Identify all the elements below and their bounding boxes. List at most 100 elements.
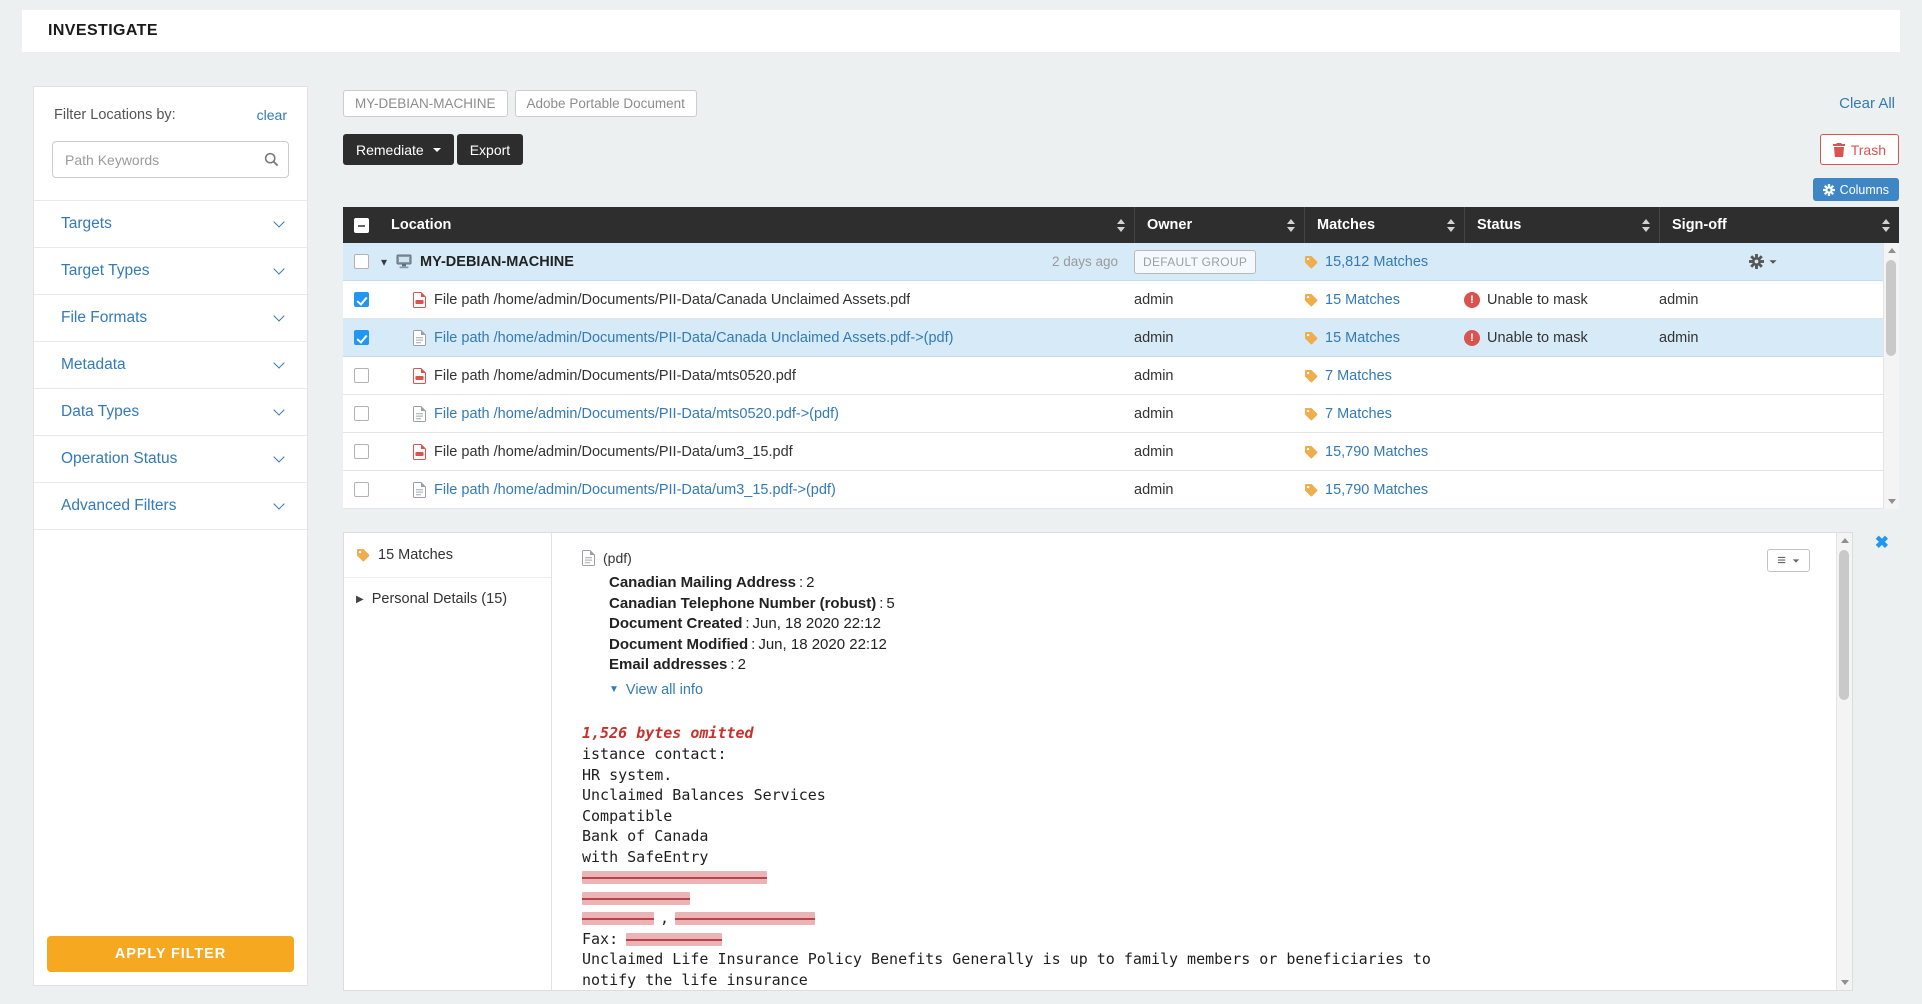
row-checkbox[interactable] <box>354 292 369 307</box>
matches-link[interactable]: 15 Matches <box>1325 292 1400 308</box>
table-header-row: Location Owner Matches Status Sign-off <box>343 207 1899 243</box>
fax-label: Fax: <box>582 930 618 948</box>
sort-icon[interactable] <box>1447 219 1455 232</box>
row-checkbox[interactable] <box>354 368 369 383</box>
redacted-text <box>582 912 654 925</box>
sort-icon[interactable] <box>1117 219 1125 232</box>
error-icon: ! <box>1464 330 1480 346</box>
clear-all-filters-link[interactable]: Clear All <box>1839 95 1895 112</box>
scroll-down-button[interactable] <box>1837 975 1852 990</box>
row-checkbox[interactable] <box>354 254 369 269</box>
owner-value: admin <box>1134 482 1174 498</box>
preview-menu-button[interactable]: ≡ <box>1767 549 1810 572</box>
tag-icon <box>1304 407 1318 421</box>
columns-button[interactable]: Columns <box>1813 178 1899 201</box>
sort-icon[interactable] <box>1287 219 1295 232</box>
column-header-matches[interactable]: Matches <box>1304 207 1464 243</box>
column-label: Status <box>1477 217 1521 233</box>
matches-link[interactable]: 15,790 Matches <box>1325 444 1428 460</box>
chevron-down-icon <box>273 404 284 415</box>
match-detail-panel: 15 Matches ▶ Personal Details (15) ≡ (pd <box>343 532 1853 991</box>
path-keywords-input[interactable] <box>52 141 289 178</box>
scroll-down-button[interactable] <box>1884 494 1899 509</box>
scrollbar-thumb[interactable] <box>1886 260 1896 356</box>
remediate-button[interactable]: Remediate <box>343 134 454 165</box>
column-header-location[interactable]: Location <box>379 207 1134 243</box>
view-all-info-link[interactable]: ▼ View all info <box>609 682 1812 698</box>
group-matches-link[interactable]: 15,812 Matches <box>1325 254 1428 270</box>
location-path-link[interactable]: File path /home/admin/Documents/PII-Data… <box>434 482 836 498</box>
target-name[interactable]: MY-DEBIAN-MACHINE <box>420 254 574 270</box>
scroll-up-button[interactable] <box>1884 243 1899 258</box>
column-header-signoff[interactable]: Sign-off <box>1659 207 1899 243</box>
matches-link[interactable]: 7 Matches <box>1325 368 1392 384</box>
tag-icon <box>1304 445 1318 459</box>
table-row[interactable]: File path /home/admin/Documents/PII-Data… <box>343 433 1899 471</box>
trash-button[interactable]: Trash <box>1820 134 1899 165</box>
locations-table: Location Owner Matches Status Sign-off ▾… <box>343 207 1899 509</box>
location-path[interactable]: File path /home/admin/Documents/PII-Data… <box>434 292 910 308</box>
close-detail-icon[interactable]: ✖ <box>1875 534 1889 551</box>
row-checkbox[interactable] <box>354 406 369 421</box>
sidebar-item-metadata[interactable]: Metadata <box>34 342 307 389</box>
gear-icon <box>1749 254 1764 269</box>
chevron-down-icon <box>273 263 284 274</box>
triangle-down-icon: ▼ <box>609 684 619 695</box>
matches-link[interactable]: 7 Matches <box>1325 406 1392 422</box>
sidebar-item-data-types[interactable]: Data Types <box>34 389 307 436</box>
export-button[interactable]: Export <box>457 134 523 165</box>
sidebar-item-label: Advanced Filters <box>61 497 176 515</box>
location-path-link[interactable]: File path /home/admin/Documents/PII-Data… <box>434 330 953 346</box>
column-header-status[interactable]: Status <box>1464 207 1659 243</box>
column-header-owner[interactable]: Owner <box>1134 207 1304 243</box>
table-row-target-group[interactable]: ▾ MY-DEBIAN-MACHINE 2 days ago DEFAULT G… <box>343 243 1899 281</box>
field-label: Canadian Telephone Number (robust) <box>609 595 876 612</box>
redacted-text <box>582 892 690 905</box>
filter-clear-link[interactable]: clear <box>257 107 287 123</box>
sidebar-item-advanced-filters[interactable]: Advanced Filters <box>34 483 307 530</box>
columns-label: Columns <box>1840 183 1889 197</box>
sidebar-item-label: Targets <box>61 215 112 233</box>
table-row[interactable]: File path /home/admin/Documents/PII-Data… <box>343 281 1899 319</box>
filter-chip-target[interactable]: MY-DEBIAN-MACHINE <box>343 90 508 117</box>
fax-line: Fax: <box>582 929 1812 950</box>
row-checkbox[interactable] <box>354 330 369 345</box>
document-file-icon <box>413 330 426 346</box>
sidebar-item-label: Data Types <box>61 403 139 421</box>
row-checkbox[interactable] <box>354 482 369 497</box>
location-path[interactable]: File path /home/admin/Documents/PII-Data… <box>434 444 793 460</box>
preview-text-line: Bank of Canada <box>582 826 1812 847</box>
location-path[interactable]: File path /home/admin/Documents/PII-Data… <box>434 368 796 384</box>
table-row[interactable]: File path /home/admin/Documents/PII-Data… <box>343 395 1899 433</box>
filter-chip-file-format[interactable]: Adobe Portable Document <box>515 90 697 117</box>
preview-text-line: notify the life insurance <box>582 970 1812 991</box>
sidebar-item-operation-status[interactable]: Operation Status <box>34 436 307 483</box>
gear-icon <box>1823 184 1835 196</box>
preview-text-line: with SafeEntry <box>582 847 1812 868</box>
sort-icon[interactable] <box>1642 219 1650 232</box>
tag-icon <box>1304 331 1318 345</box>
scrollbar-thumb[interactable] <box>1839 550 1849 700</box>
select-all-checkbox[interactable] <box>354 218 369 233</box>
collapse-caret-icon[interactable]: ▾ <box>381 255 387 269</box>
row-settings-menu[interactable] <box>1749 254 1777 269</box>
sidebar-item-targets[interactable]: Targets <box>34 201 307 248</box>
location-path-link[interactable]: File path /home/admin/Documents/PII-Data… <box>434 406 839 422</box>
preview-text-line: Unclaimed Balances Services <box>582 785 1812 806</box>
tree-item-personal-details[interactable]: ▶ Personal Details (15) <box>344 578 551 620</box>
table-row[interactable]: File path /home/admin/Documents/PII-Data… <box>343 319 1899 357</box>
apply-filter-button[interactable]: APPLY FILTER <box>47 936 294 972</box>
owner-value: admin <box>1134 406 1174 422</box>
matches-link[interactable]: 15 Matches <box>1325 330 1400 346</box>
sidebar-item-file-formats[interactable]: File Formats <box>34 295 307 342</box>
table-row[interactable]: File path /home/admin/Documents/PII-Data… <box>343 471 1899 509</box>
field-label: Canadian Mailing Address <box>609 574 796 591</box>
table-row[interactable]: File path /home/admin/Documents/PII-Data… <box>343 357 1899 395</box>
chevron-down-icon <box>273 216 284 227</box>
caret-down-icon <box>1769 260 1776 264</box>
row-checkbox[interactable] <box>354 444 369 459</box>
sidebar-item-target-types[interactable]: Target Types <box>34 248 307 295</box>
sort-icon[interactable] <box>1882 219 1890 232</box>
matches-link[interactable]: 15,790 Matches <box>1325 482 1428 498</box>
scroll-up-button[interactable] <box>1837 533 1852 548</box>
